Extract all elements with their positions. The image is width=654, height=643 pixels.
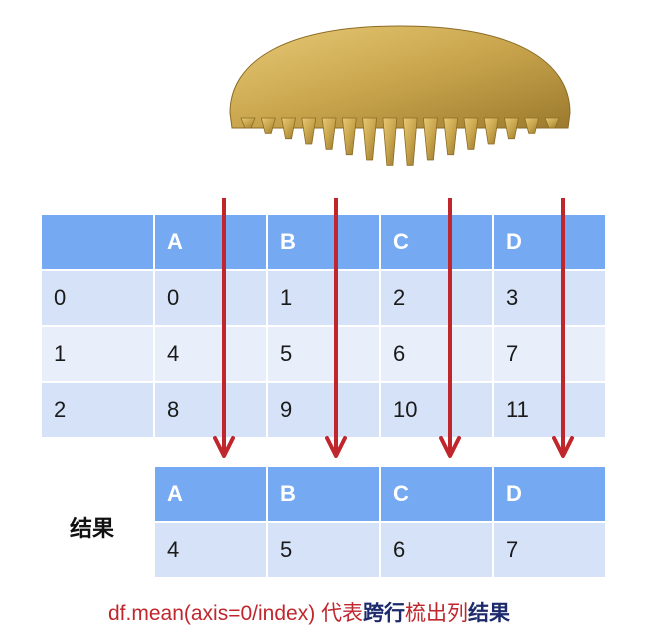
caption: df.mean(axis=0/index) 代表跨行梳出列结果 <box>108 597 510 627</box>
arrows-overlay <box>213 198 574 458</box>
down-arrow-icon <box>213 198 235 458</box>
caption-part2: 跨行 <box>363 602 406 625</box>
caption-part1: df.mean(axis=0/index) 代表 <box>108 602 364 625</box>
caption-part4: 结果 <box>468 602 511 625</box>
caption-part3: 梳出列 <box>405 602 469 625</box>
down-arrow-icon <box>552 198 574 458</box>
down-arrow-icon <box>439 198 461 458</box>
down-arrow-icon <box>325 198 347 458</box>
